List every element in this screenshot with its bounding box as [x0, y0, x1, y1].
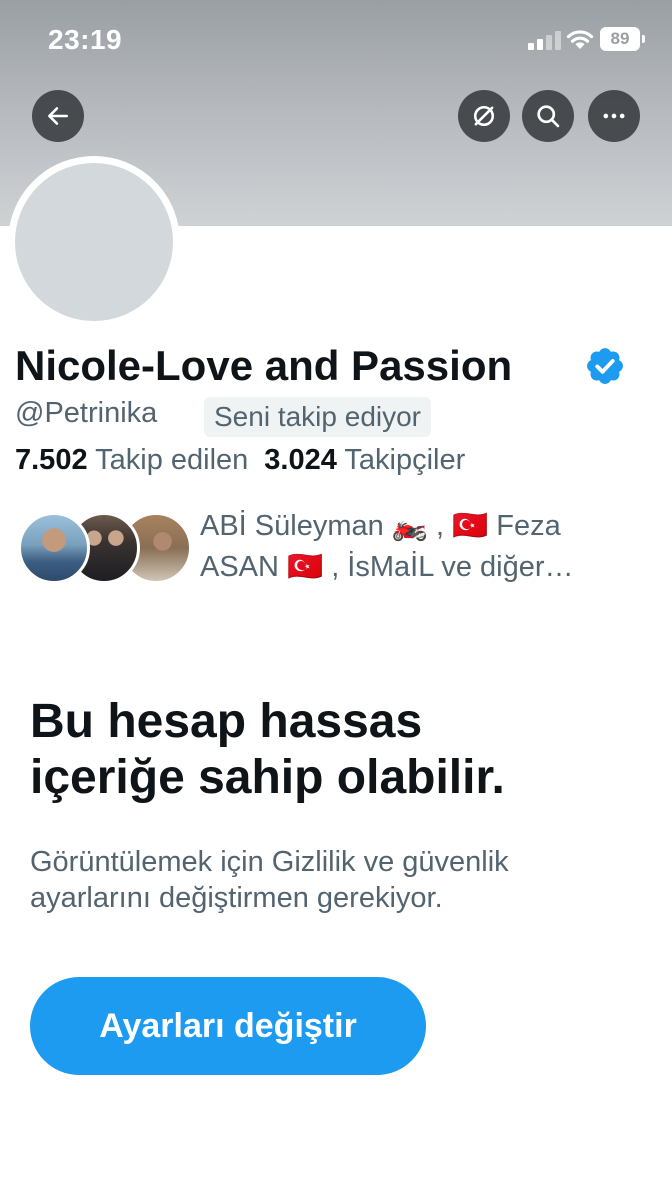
- arrow-left-icon: [48, 107, 68, 125]
- followers-label: Takipçiler: [344, 444, 466, 476]
- profile-display-name: Nicole-Love and Passion: [15, 342, 513, 389]
- mutual-follower-avatar: [18, 512, 90, 584]
- sensitive-content-headline: Bu hesap hassas içeriğe sahip olabilir.: [30, 694, 650, 806]
- mutual-followers-line: ASAN 🇹🇷 , İsMaİL ve diğer…: [200, 551, 574, 583]
- status-bar: 23:19 89: [0, 0, 672, 80]
- description-line: ayarlarını değiştirmen gerekiyor.: [30, 882, 443, 914]
- verified-badge-icon[interactable]: [584, 345, 626, 387]
- profile-handle: @Petrinika: [15, 397, 158, 429]
- battery-indicator: 89: [600, 27, 645, 51]
- followers-link[interactable]: 3.024 Takipçiler: [264, 444, 465, 476]
- mutual-followers-avatars[interactable]: [18, 512, 192, 588]
- profile-avatar[interactable]: [8, 156, 180, 328]
- search-button[interactable]: [522, 90, 574, 142]
- following-link[interactable]: 7.502 Takip edilen: [15, 444, 248, 476]
- sensitive-content-description: Görüntülemek için Gizlilik ve güvenlik a…: [30, 844, 650, 916]
- headline-line: Bu hesap hassas: [30, 695, 423, 748]
- description-line: Görüntülemek için Gizlilik ve güvenlik: [30, 846, 509, 878]
- back-button[interactable]: [32, 90, 84, 142]
- search-icon: [537, 105, 560, 128]
- mutual-followers-text[interactable]: ABİ Süleyman 🏍️ , 🇹🇷 Feza ASAN 🇹🇷 , İsMa…: [200, 506, 640, 588]
- status-time: 23:19: [48, 24, 123, 55]
- followers-count: 3.024: [264, 444, 337, 476]
- follows-you-badge: Seni takip ediyor: [204, 397, 432, 437]
- change-settings-button[interactable]: Ayarları değiştir: [30, 977, 426, 1075]
- mutual-followers-line: ABİ Süleyman 🏍️ , 🇹🇷 Feza: [200, 510, 561, 542]
- wifi-icon: [566, 30, 594, 49]
- headline-line: içeriğe sahip olabilir.: [30, 751, 505, 804]
- cellular-signal-icon: [528, 30, 562, 50]
- following-label: Takip edilen: [95, 444, 249, 476]
- grok-icon: [473, 105, 495, 127]
- more-horizontal-icon: [603, 113, 625, 119]
- more-options-button[interactable]: [588, 90, 640, 142]
- following-count: 7.502: [15, 444, 88, 476]
- grok-button[interactable]: [458, 90, 510, 142]
- follow-stats: 7.502 Takip edilen 3.024 Takipçiler: [15, 444, 465, 477]
